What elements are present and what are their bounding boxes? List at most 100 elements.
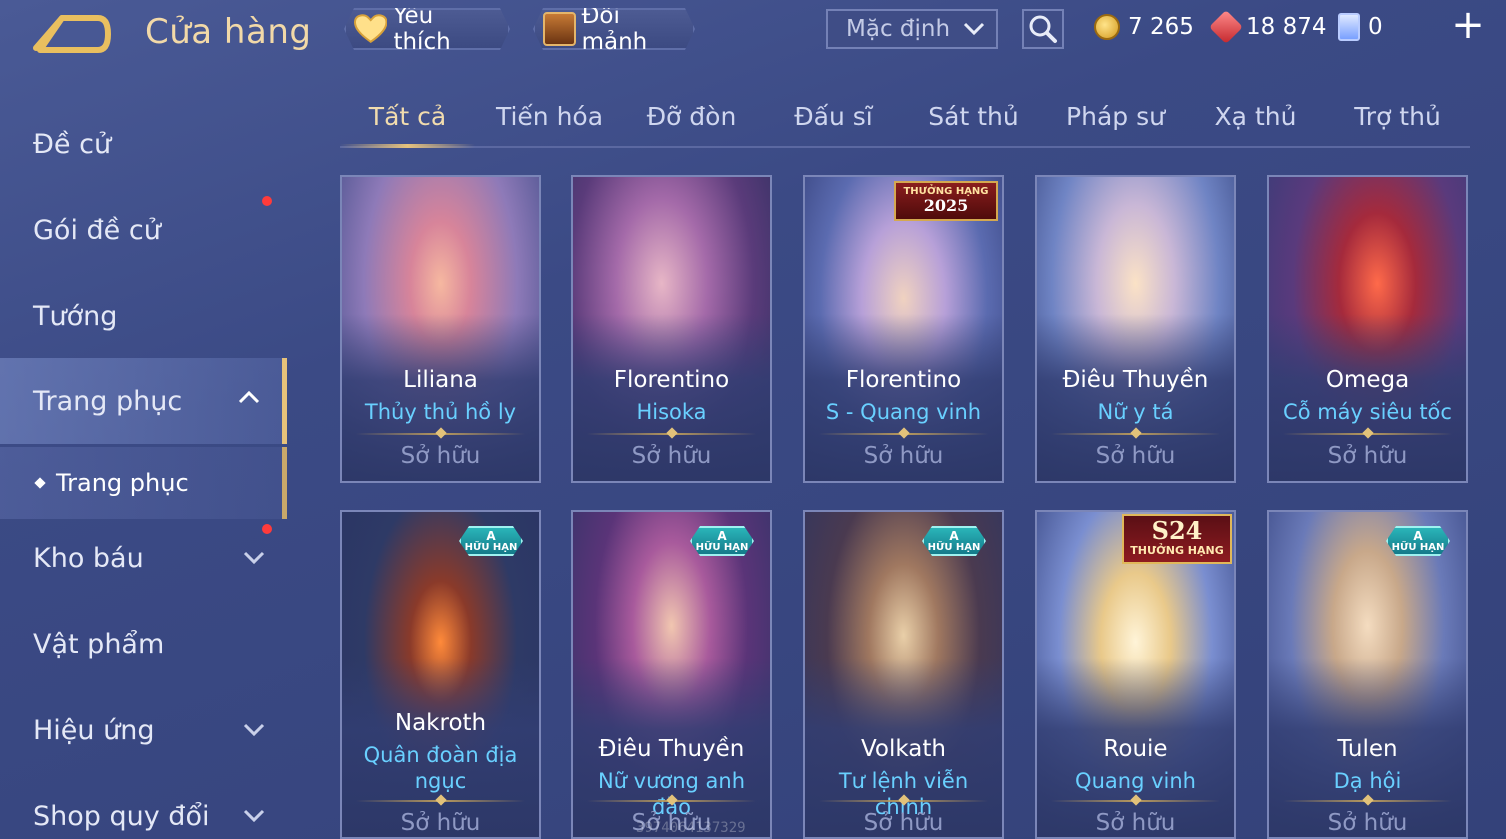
sidebar-item-heroes[interactable]: Tướng [0, 276, 287, 356]
owned-status: Sở hữu [1095, 443, 1176, 469]
sidebar-subitem-skins[interactable]: Trang phục [0, 447, 287, 519]
sidebar-item-effects[interactable]: Hiệu ứng [0, 690, 287, 770]
store-page: Cửa hàng Yêu thích Đổi mảnh Mặc định 7 2… [0, 0, 1506, 839]
skin-card[interactable]: Liliana Thủy thủ hồ ly Sở hữu [340, 175, 541, 483]
divider [356, 433, 525, 435]
badge-grade: A [717, 529, 727, 543]
sort-value: Mặc định [846, 16, 951, 42]
search-button[interactable] [1022, 9, 1064, 49]
sidebar-item-treasure[interactable]: Kho báu [0, 518, 287, 598]
hero-name: Tulen [1337, 736, 1398, 762]
skin-card[interactable]: A HỮU HẠN Tulen Dạ hội Sở hữu [1267, 510, 1468, 839]
notification-dot [262, 196, 272, 206]
tab-assassin[interactable]: Sát thủ [906, 102, 1041, 142]
owned-status: Sở hữu [400, 810, 481, 836]
skin-card[interactable]: Điêu Thuyền Nữ y tá Sở hữu [1035, 175, 1236, 483]
exchange-label: Đổi mảnh [581, 3, 648, 55]
skin-card[interactable]: Omega Cỗ máy siêu tốc Sở hữu [1267, 175, 1468, 483]
skin-card[interactable]: A HỮU HẠN Volkath Tư lệnh viễn chinh Sở … [803, 510, 1004, 839]
divider [1283, 433, 1452, 435]
sidebar-item-label: Vật phẩm [33, 628, 165, 660]
sidebar-item-featured[interactable]: Đề cử [0, 104, 287, 184]
sidebar-item-featured-bundles[interactable]: Gói đề cử [0, 190, 287, 270]
tab-tank[interactable]: Đỡ đòn [624, 102, 759, 142]
top-up-button[interactable]: + [1450, 5, 1486, 45]
voucher-balance: 0 [1338, 10, 1383, 44]
tab-fighter[interactable]: Đấu sĩ [766, 102, 901, 142]
sidebar-item-label: Đề cử [33, 128, 112, 160]
sidebar-item-label: Gói đề cử [33, 214, 161, 246]
divider [356, 800, 525, 802]
coin-icon [1094, 14, 1120, 40]
skin-name: Nữ y tá [1097, 400, 1174, 424]
skin-name: Quang vinh [1075, 769, 1196, 793]
bullet-icon [34, 477, 46, 489]
skin-name: Dạ hội [1333, 769, 1402, 793]
chevron-down-icon [243, 723, 265, 737]
ruby-amount: 18 874 [1246, 14, 1327, 40]
season-rank-badge: S24 THƯỞNG HẠNG [1122, 514, 1232, 564]
sidebar-item-label: Tướng [33, 300, 118, 332]
badge-grade: A [1413, 529, 1423, 543]
hero-name: Florentino [845, 367, 962, 393]
sidebar-subitem-label: Trang phục [56, 469, 189, 497]
badge-label: HỮU HẠN [1391, 542, 1445, 553]
divider [1051, 800, 1220, 802]
chevron-down-icon [963, 22, 985, 36]
chevron-down-icon [243, 809, 265, 823]
owned-status: Sở hữu [863, 810, 944, 836]
skin-card[interactable]: THƯỞNG HẠNG 2025 Florentino S - Quang vi… [803, 175, 1004, 483]
tab-marksman[interactable]: Xạ thủ [1188, 102, 1323, 142]
hero-name: Omega [1325, 367, 1410, 393]
tab-evolution[interactable]: Tiến hóa [482, 102, 617, 142]
active-tab-indicator [340, 144, 475, 148]
sidebar-item-skins[interactable]: Trang phục [0, 358, 287, 444]
tab-support[interactable]: Trợ thủ [1330, 102, 1465, 142]
hero-name: Liliana [403, 367, 478, 393]
badge-year: 2025 [923, 196, 969, 215]
hero-name: Điêu Thuyền [1062, 367, 1209, 393]
skin-name: S - Quang vinh [825, 400, 982, 424]
owned-status: Sở hữu [1095, 810, 1176, 836]
sidebar-item-exchange-shop[interactable]: Shop quy đổi [0, 776, 287, 839]
category-tabs: Tất cả Tiến hóa Đỡ đòn Đấu sĩ Sát thủ Ph… [340, 96, 1470, 148]
limited-badge: A HỮU HẠN [1386, 526, 1450, 556]
hero-name: Rouie [1103, 736, 1168, 762]
back-button[interactable] [32, 12, 112, 56]
ranked-reward-badge: THƯỞNG HẠNG 2025 [894, 181, 998, 221]
ruby-balance: 18 874 [1209, 10, 1327, 44]
skin-card[interactable]: S24 THƯỞNG HẠNG Rouie Quang vinh Sở hữu [1035, 510, 1236, 839]
owned-status: Sở hữu [631, 443, 712, 469]
divider [819, 433, 988, 435]
skin-card[interactable]: A HỮU HẠN Nakroth Quân đoàn địa ngục Sở … [340, 510, 541, 839]
skin-name: Hisoka [636, 400, 707, 424]
tab-mage[interactable]: Pháp sư [1048, 102, 1183, 142]
sidebar-item-label: Kho báu [33, 542, 144, 574]
owned-status: Sở hữu [1327, 810, 1408, 836]
skin-card[interactable]: A HỮU HẠN Điêu Thuyền Nữ vương anh đào S… [571, 510, 772, 839]
badge-label: HỮU HẠN [464, 542, 518, 553]
badge-label: THƯỞNG HẠNG [1130, 544, 1224, 557]
tab-all[interactable]: Tất cả [340, 102, 475, 142]
hero-name: Nakroth [394, 710, 487, 736]
limited-badge: A HỮU HẠN [690, 526, 754, 556]
favorites-button[interactable]: Yêu thích [344, 8, 510, 50]
sidebar: Đề cử Gói đề cử Tướng Trang phục Trang p… [0, 100, 287, 839]
skin-card[interactable]: Florentino Hisoka Sở hữu [571, 175, 772, 483]
favorites-label: Yêu thích [393, 3, 451, 55]
page-title: Cửa hàng [145, 12, 312, 52]
owned-status: Sở hữu [863, 443, 944, 469]
ruby-icon [1209, 10, 1243, 44]
sidebar-item-items[interactable]: Vật phẩm [0, 604, 287, 684]
gold-amount: 7 265 [1128, 14, 1194, 40]
heart-icon [354, 14, 387, 44]
exchange-shards-button[interactable]: Đổi mảnh [533, 8, 695, 50]
badge-label: HỮU HẠN [927, 542, 981, 553]
owned-status: Sở hữu [400, 443, 481, 469]
voucher-icon [1338, 13, 1360, 41]
voucher-amount: 0 [1368, 14, 1383, 40]
sidebar-item-label: Hiệu ứng [33, 714, 155, 746]
sidebar-item-label: Trang phục [33, 385, 183, 417]
hero-name: Volkath [860, 736, 946, 762]
sort-dropdown[interactable]: Mặc định [826, 9, 998, 49]
